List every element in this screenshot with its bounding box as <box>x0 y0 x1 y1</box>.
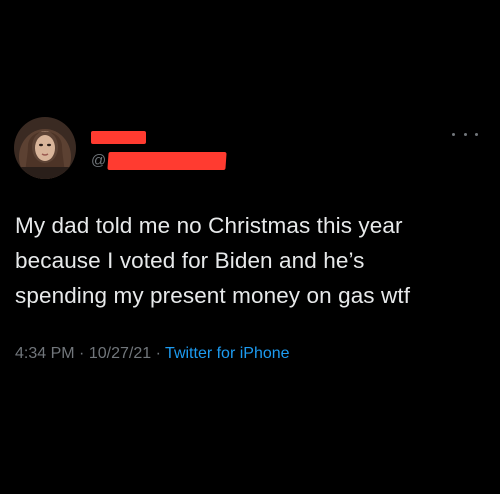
avatar[interactable] <box>14 117 76 179</box>
user-handle[interactable]: @ <box>91 152 227 170</box>
tweet-text-line: because I voted for Biden and he’s <box>15 248 365 273</box>
tweet-date[interactable]: 10/27/21 <box>89 345 151 362</box>
handle-redaction <box>107 152 227 170</box>
tweet-time[interactable]: 4:34 PM <box>15 345 75 362</box>
tweet-text: My dad told me no Christmas this year be… <box>15 208 485 313</box>
tweet-metadata: 4:34 PM · 10/27/21 · Twitter for iPhone <box>15 344 290 364</box>
display-name-redaction <box>91 131 146 144</box>
tweet-source-link[interactable]: Twitter for iPhone <box>165 345 290 362</box>
avatar-image <box>14 117 76 179</box>
tweet-card: @ My dad told me no Christmas this year … <box>0 0 500 494</box>
meta-separator: · <box>79 345 85 362</box>
more-dot <box>475 132 478 136</box>
meta-separator: · <box>155 345 161 362</box>
more-options-icon[interactable] <box>452 129 478 139</box>
more-dot <box>463 132 467 136</box>
tweet-text-line: My dad told me no Christmas this year <box>15 213 403 238</box>
more-dot <box>452 132 455 136</box>
handle-at-sign: @ <box>91 152 107 169</box>
tweet-text-line: spending my present money on gas wtf <box>15 283 411 308</box>
